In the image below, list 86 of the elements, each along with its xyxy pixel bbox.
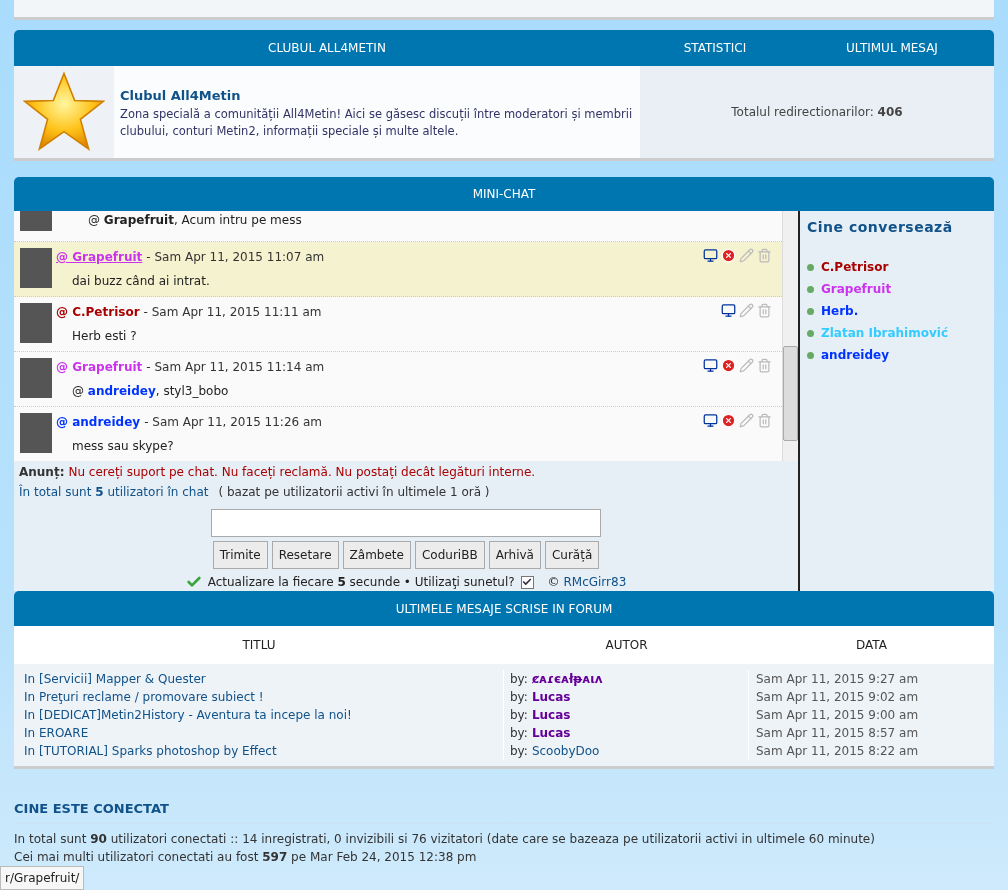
post-title-link[interactable]: In EROARE <box>24 724 89 742</box>
notice-label: Anunț: <box>19 464 65 481</box>
sound-checkbox[interactable] <box>520 575 534 589</box>
post-date: Sam Apr 11, 2015 9:27 am <box>756 671 919 688</box>
trash-icon[interactable] <box>757 303 772 318</box>
author-link[interactable]: Lucas <box>531 706 571 724</box>
trash-icon[interactable] <box>757 358 772 373</box>
avatar <box>20 303 52 343</box>
computer-icon[interactable] <box>703 358 718 373</box>
chat-timestamp: - Sam Apr 11, 2015 11:26 am <box>144 414 323 431</box>
computer-icon[interactable] <box>703 248 718 263</box>
column-header: AUTOR <box>604 637 649 654</box>
avatar <box>20 248 52 288</box>
by-label: by: <box>510 689 528 706</box>
chat-timestamp: - Sam Apr 11, 2015 11:11 am <box>143 304 322 321</box>
sidebar-title: Cine conversează <box>807 218 954 237</box>
chat-user-link[interactable]: andreidey <box>821 346 889 364</box>
scrollbar[interactable] <box>782 211 798 461</box>
close-icon[interactable] <box>721 248 736 263</box>
author-link[interactable]: RMcGirr83 <box>563 573 627 591</box>
chat-button[interactable]: CoduriBB <box>414 541 485 569</box>
chat-button[interactable]: Resetare <box>271 541 339 569</box>
author-link[interactable]: Lucas <box>531 688 571 706</box>
computer-icon[interactable] <box>721 303 736 318</box>
post-date: Sam Apr 11, 2015 9:02 am <box>756 689 919 706</box>
close-icon[interactable] <box>721 358 736 373</box>
redirect-stats: Totalul redirectionarilor: 406 <box>731 104 903 121</box>
column-header: DATA <box>855 637 888 654</box>
online-stats-text: Cei mai multi utilizatori conectati au fost 597 pe Mar Feb 24, 2015 12:38 pm <box>14 848 478 866</box>
author-link[interactable]: Lucas <box>531 724 571 742</box>
column-header: CLUBUL ALL4METIN <box>267 40 387 57</box>
trash-icon[interactable] <box>757 413 772 428</box>
chat-message-text: @ Grapefruit, Acum intru pe mess <box>87 212 302 229</box>
section-title: CINE ESTE CONECTAT <box>14 799 994 824</box>
chat-message-text: @ andreidey, styl3_bobo <box>71 383 230 400</box>
chat-user-link[interactable]: Herb. <box>821 302 859 320</box>
post-title-link[interactable]: In [DEDICAT]Metin2History - Aventura ta incepe la noi! <box>24 706 352 724</box>
by-label: by: <box>510 743 528 760</box>
refresh-note: Actualizare la fiecare 5 secunde • Utilizaţi sunetul? <box>207 574 515 591</box>
chat-button[interactable]: Arhivă <box>488 541 541 569</box>
trash-icon[interactable] <box>757 248 772 263</box>
column-header: ULTIMUL MESAJ <box>845 40 939 57</box>
chat-message-text: dai buzz când ai intrat. <box>71 273 211 290</box>
by-label: by: <box>510 707 528 724</box>
chat-button[interactable]: Trimite <box>212 541 268 569</box>
copyright-sign: © <box>547 574 561 591</box>
post-date: Sam Apr 11, 2015 8:57 am <box>756 725 919 742</box>
avatar <box>20 211 52 231</box>
chat-message-text: Herb esti ? <box>71 328 138 345</box>
post-date: Sam Apr 11, 2015 9:00 am <box>756 707 919 724</box>
computer-icon[interactable] <box>703 413 718 428</box>
star-icon <box>23 70 105 154</box>
author-link[interactable]: ȼᴀɾєᴀłᵽᴀιᴧ <box>531 670 603 688</box>
by-label: by: <box>510 725 528 742</box>
chat-users-note: ( bazat pe utilizatorii activi în ultimele 1 oră ) <box>218 484 490 501</box>
forum-description: Zona specială a comunității All4Metin! Aici se găsesc discuții între moderatori și membrii clubului, conturi Metin2, informații speciale și multe altele. <box>120 105 634 140</box>
column-header: STATISTICI <box>682 40 748 57</box>
chat-button[interactable]: Curăță <box>544 541 600 569</box>
message-input[interactable] <box>211 509 601 537</box>
chat-user-link[interactable]: C.Petrisor <box>821 258 889 276</box>
avatar <box>20 413 52 453</box>
chat-button[interactable]: Zâmbete <box>342 541 411 569</box>
chat-timestamp: - Sam Apr 11, 2015 11:14 am <box>146 359 325 376</box>
status-bar-url: r/Grapefruit/ <box>0 866 85 890</box>
panel-title: ULTIMELE MESAJE SCRISE IN FORUM <box>395 600 613 618</box>
column-header: TITLU <box>241 637 277 654</box>
check-icon <box>185 574 202 590</box>
post-title-link[interactable]: In [Servicii] Mapper & Quester <box>24 670 206 688</box>
post-title-link[interactable]: In Preţuri reclame / promovare subiect ! <box>24 688 264 706</box>
chat-username[interactable]: @ Grapefruit <box>56 248 143 266</box>
by-label: by: <box>510 671 528 688</box>
post-title-link[interactable]: In [TUTORIAL] Sparks photoshop by Effect <box>24 742 277 760</box>
forum-title[interactable]: Clubul All4Metin <box>120 86 634 106</box>
chat-username[interactable]: @ C.Petrisor <box>56 303 140 321</box>
post-date: Sam Apr 11, 2015 8:22 am <box>756 743 919 760</box>
panel-title: MINI-CHAT <box>472 186 536 203</box>
author-link[interactable]: ScoobyDoo <box>531 742 600 760</box>
chat-username[interactable]: @ andreidey <box>56 413 141 431</box>
online-stats-text: In total sunt 90 utilizatori conectati :: 14 inregistrati, 0 invizibili si 76 vizitatori (date care se bazeaza pe utilizatorii activi in ultimele 60 minute) <box>14 830 876 848</box>
chat-timestamp: - Sam Apr 11, 2015 11:07 am <box>146 249 325 266</box>
chat-message-text: mess sau skype? <box>71 438 175 455</box>
notice-text: Nu cereți suport pe chat. Nu faceți reclamă. Nu postați decât legături interne. <box>68 464 536 481</box>
chat-users-count: În total sunt 5 utilizatori în chat <box>19 483 209 501</box>
chat-username[interactable]: @ Grapefruit <box>56 358 143 376</box>
avatar <box>20 358 52 398</box>
close-icon[interactable] <box>721 413 736 428</box>
